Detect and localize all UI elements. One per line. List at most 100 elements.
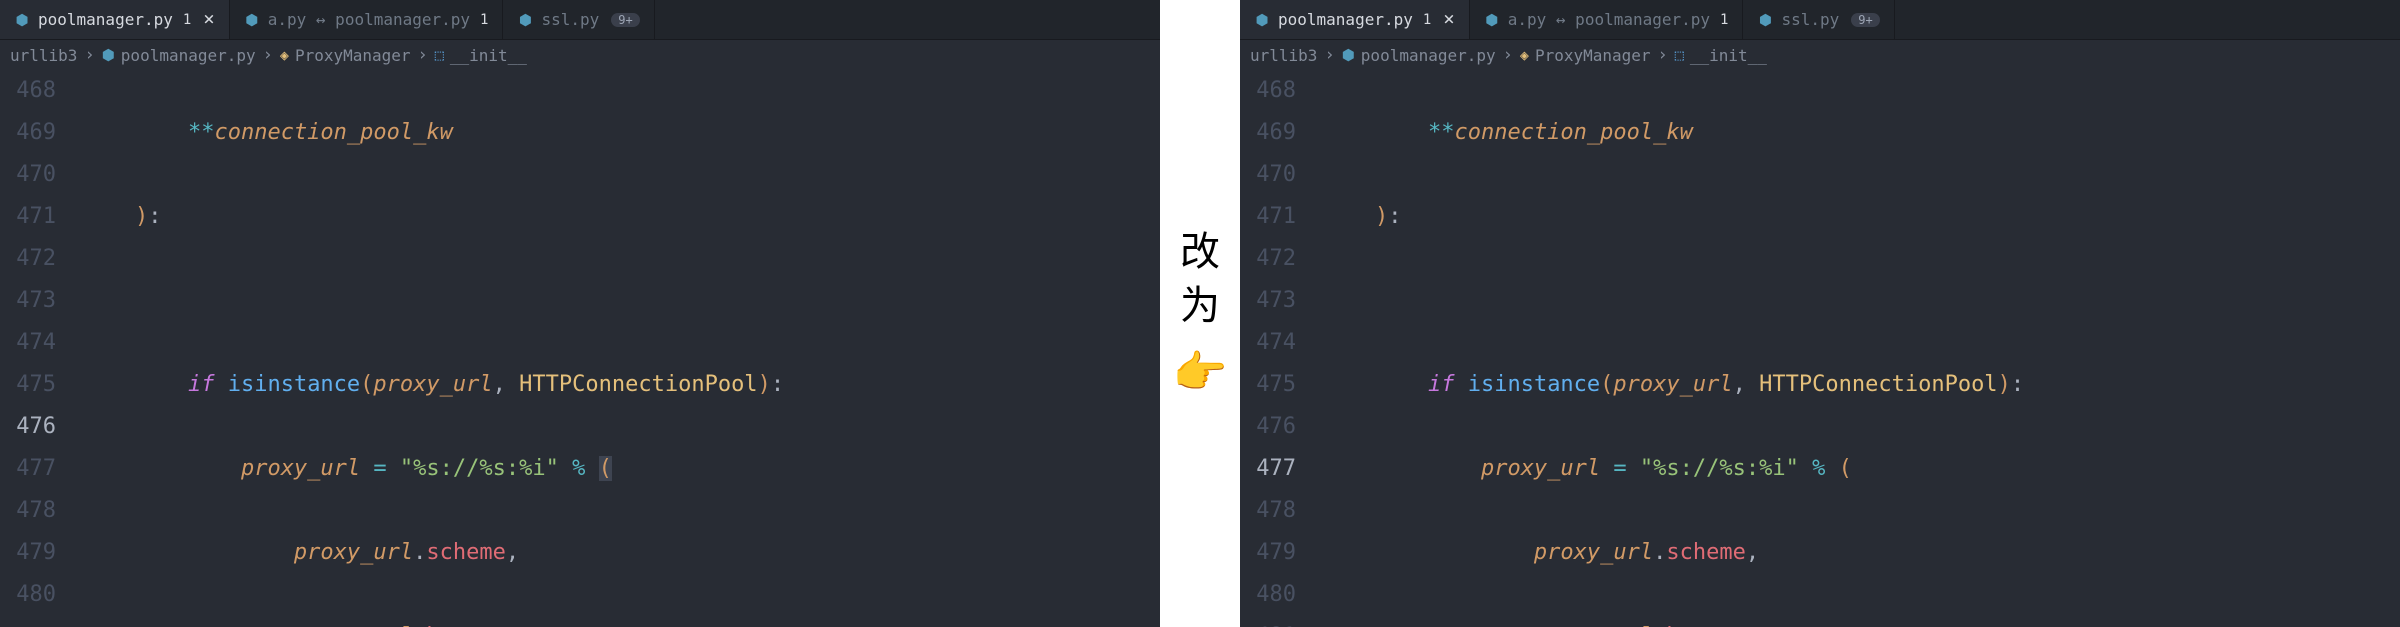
tab-poolmanager[interactable]: ⬢ poolmanager.py 1 × [1240,0,1470,39]
line-number: 478 [1240,490,1296,532]
bc-item[interactable]: ProxyManager [295,46,411,65]
line-number: 474 [1240,322,1296,364]
python-icon: ⬢ [244,11,260,29]
separator-text: 改 [1180,230,1220,274]
line-number: 480 [1240,574,1296,616]
tab-ssl[interactable]: ⬢ ssl.py 9+ [503,0,654,39]
code-line[interactable]: ): [1322,196,2400,238]
line-number: 471 [0,196,56,238]
tab-label: a.py ↔ poolmanager.py [1508,10,1710,29]
python-icon: ⬢ [14,11,30,29]
separator: 改 为 👉 [1160,0,1240,627]
python-icon: ⬢ [1254,11,1270,29]
tab-label: ssl.py [541,10,599,29]
line-number: 472 [1240,238,1296,280]
tab-label: poolmanager.py [1278,10,1413,29]
line-number: 476 [1240,406,1296,448]
tab-poolmanager[interactable]: ⬢ poolmanager.py 1 × [0,0,230,39]
chevron-right-icon: › [263,45,273,65]
line-number: 475 [0,364,56,406]
pointing-hand-icon: 👉 [1173,346,1228,398]
line-number: 476 [0,406,56,448]
line-number: 469 [0,112,56,154]
line-number: 473 [1240,280,1296,322]
line-number: 470 [0,154,56,196]
line-number: 477 [0,448,56,490]
line-number: 474 [0,322,56,364]
line-number: 477 [1240,448,1296,490]
tab-diff[interactable]: ⬢ a.py ↔ poolmanager.py 1 [230,0,504,39]
tab-label: poolmanager.py [38,10,173,29]
code-line[interactable]: if isinstance(proxy_url, HTTPConnectionP… [82,364,1160,406]
chevron-right-icon: › [1658,45,1668,65]
breadcrumb[interactable]: urllib3 › ⬢ poolmanager.py › ◈ ProxyMana… [0,40,1160,70]
python-icon: ⬢ [102,46,115,64]
code-line[interactable]: proxy_url = "%s://%s:%i" % ( [1322,448,2400,490]
close-icon[interactable]: × [203,10,214,29]
code-line[interactable]: proxy_url.scheme, [82,532,1160,574]
chevron-right-icon: › [1324,45,1334,65]
line-number: 472 [0,238,56,280]
code-line[interactable]: **connection_pool_kw [1322,112,2400,154]
line-number: 478 [0,490,56,532]
line-number: 479 [0,532,56,574]
line-number: 468 [1240,70,1296,112]
code-area[interactable]: 468 469 470 471 472 473 474 475 476 477 … [0,70,1160,627]
tab-count-badge: 9+ [1851,13,1879,27]
bc-item[interactable]: __init__ [450,46,527,65]
method-icon: ⬚ [1675,46,1684,64]
tab-modified-count: 1 [183,12,191,28]
code-line[interactable] [1322,280,2400,322]
code-line[interactable]: if isinstance(proxy_url, HTTPConnectionP… [1322,364,2400,406]
tab-modified-count: 1 [480,12,488,28]
line-number: 469 [1240,112,1296,154]
line-number: 473 [0,280,56,322]
code-line[interactable]: ): [82,196,1160,238]
line-number: 468 [0,70,56,112]
code-area[interactable]: 468 469 470 471 472 473 474 475 476 477 … [1240,70,2400,627]
code-line[interactable]: proxy_url.host, [82,616,1160,627]
tab-diff[interactable]: ⬢ a.py ↔ poolmanager.py 1 [1470,0,1744,39]
breadcrumb[interactable]: urllib3 › ⬢ poolmanager.py › ◈ ProxyMana… [1240,40,2400,70]
tab-count-badge: 9+ [611,13,639,27]
close-icon[interactable]: × [1443,10,1454,29]
line-number: 470 [1240,154,1296,196]
tab-bar: ⬢ poolmanager.py 1 × ⬢ a.py ↔ poolmanage… [0,0,1160,40]
bc-item[interactable]: urllib3 [10,46,77,65]
tab-bar: ⬢ poolmanager.py 1 × ⬢ a.py ↔ poolmanage… [1240,0,2400,40]
gutter: 468 469 470 471 472 473 474 475 476 477 … [1240,70,1318,627]
separator-text: 为 [1180,284,1220,328]
bc-item[interactable]: poolmanager.py [1361,46,1496,65]
line-number: 479 [1240,532,1296,574]
code-line[interactable] [82,280,1160,322]
chevron-right-icon: › [84,45,94,65]
tab-modified-count: 1 [1720,12,1728,28]
chevron-right-icon: › [418,45,428,65]
class-icon: ◈ [1520,46,1529,64]
python-icon: ⬢ [1342,46,1355,64]
gutter: 468 469 470 471 472 473 474 475 476 477 … [0,70,78,627]
class-icon: ◈ [280,46,289,64]
chevron-right-icon: › [1503,45,1513,65]
editor-pane-left: ⬢ poolmanager.py 1 × ⬢ a.py ↔ poolmanage… [0,0,1160,627]
code-line[interactable]: **connection_pool_kw [82,112,1160,154]
code-content[interactable]: **connection_pool_kw ): if isinstance(pr… [78,70,1160,627]
code-line[interactable]: proxy_url = "%s://%s:%i" % ( [82,448,1160,490]
line-number: 480 [0,574,56,616]
bc-item[interactable]: __init__ [1690,46,1767,65]
line-number: 471 [1240,196,1296,238]
tab-label: ssl.py [1781,10,1839,29]
code-content[interactable]: **connection_pool_kw ): if isinstance(pr… [1318,70,2400,627]
method-icon: ⬚ [435,46,444,64]
python-icon: ⬢ [1757,11,1773,29]
bc-item[interactable]: urllib3 [1250,46,1317,65]
code-line[interactable]: proxy_url.scheme, [1322,532,2400,574]
tab-ssl[interactable]: ⬢ ssl.py 9+ [1743,0,1894,39]
code-line[interactable]: proxy_url.host, [1322,616,2400,627]
python-icon: ⬢ [517,11,533,29]
bc-item[interactable]: poolmanager.py [121,46,256,65]
python-icon: ⬢ [1484,11,1500,29]
bc-item[interactable]: ProxyManager [1535,46,1651,65]
editor-pane-right: ⬢ poolmanager.py 1 × ⬢ a.py ↔ poolmanage… [1240,0,2400,627]
line-number: 481 [1240,616,1296,627]
